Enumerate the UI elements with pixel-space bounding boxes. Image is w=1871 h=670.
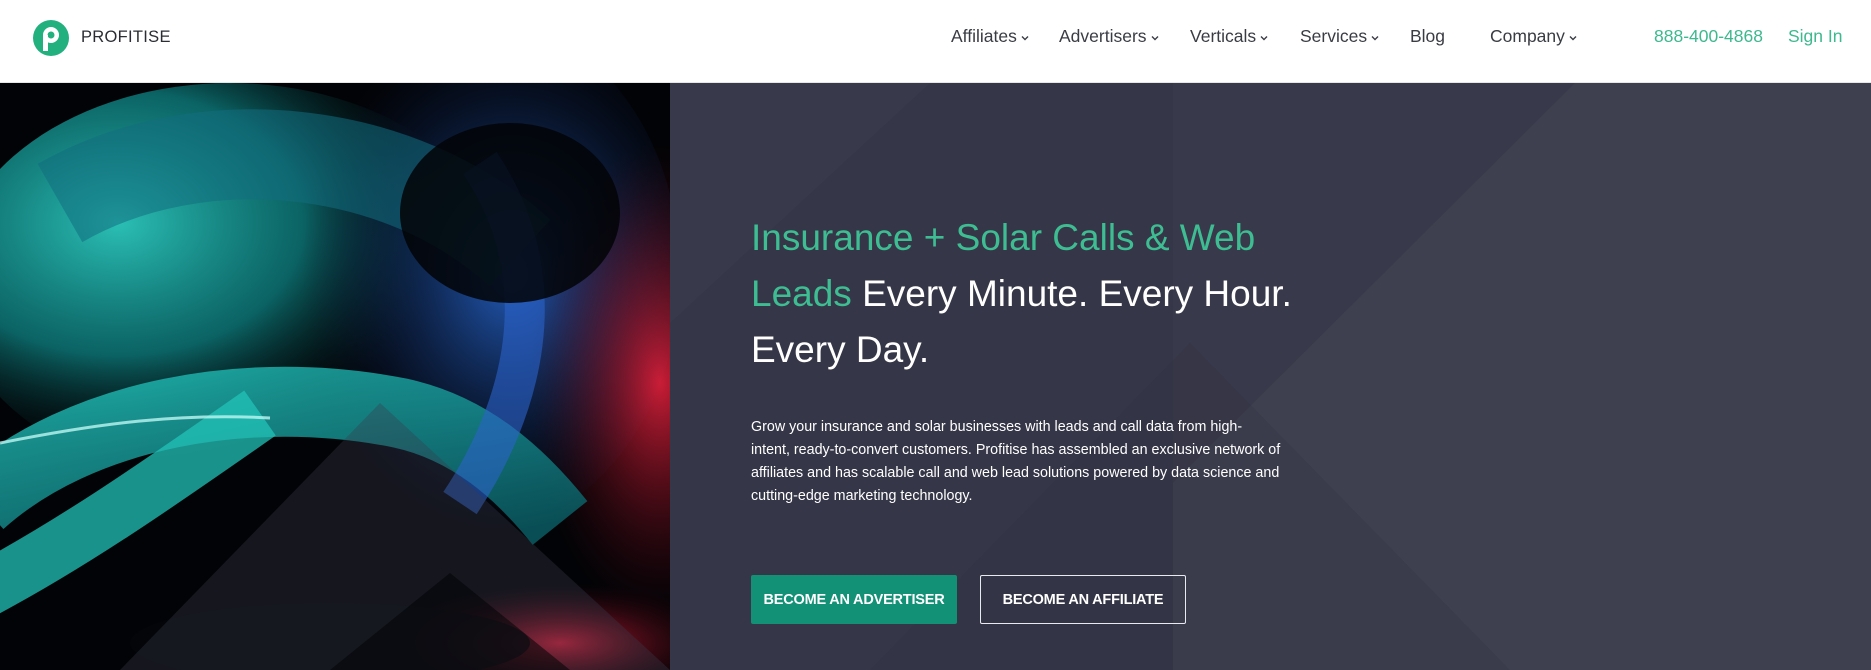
become-affiliate-button[interactable]: BECOME AN AFFILIATE [980,575,1186,624]
nav-company[interactable]: Company [1490,26,1577,47]
nav-blog[interactable]: Blog [1410,26,1445,47]
hero-image [0,83,670,670]
nav-services[interactable]: Services [1300,26,1379,47]
hero-headline: Insurance + Solar Calls & Web Leads Ever… [751,210,1311,378]
abstract-swirl-image [0,83,670,670]
phone-link[interactable]: 888-400-4868 [1654,26,1763,47]
become-advertiser-button[interactable]: BECOME AN ADVERTISER [751,575,957,624]
nav-blog-label: Blog [1410,26,1446,46]
chevron-down-icon [1021,35,1029,40]
nav-affiliates-label: Affiliates [951,26,1017,46]
hero-description: Grow your insurance and solar businesses… [751,419,1281,504]
nav-advertisers-label: Advertisers [1059,26,1147,46]
hero-section: Insurance + Solar Calls & Web Leads Ever… [0,83,1871,670]
sign-in-link[interactable]: Sign In [1788,26,1842,47]
logo[interactable]: PROFITISE [31,18,171,58]
nav-advertisers[interactable]: Advertisers [1059,26,1159,47]
site-header: PROFITISE Affiliates Advertisers Vertica… [0,0,1871,83]
chevron-down-icon [1260,35,1268,40]
logo-text: PROFITISE [81,27,171,46]
chevron-down-icon [1371,35,1379,40]
nav-verticals[interactable]: Verticals [1190,26,1268,47]
nav-company-label: Company [1490,26,1565,46]
chevron-down-icon [1569,35,1577,40]
nav-services-label: Services [1300,26,1368,46]
nav-verticals-label: Verticals [1190,26,1257,46]
profitise-logo-icon [33,20,69,56]
chevron-down-icon [1151,35,1159,40]
nav-affiliates[interactable]: Affiliates [951,26,1029,47]
